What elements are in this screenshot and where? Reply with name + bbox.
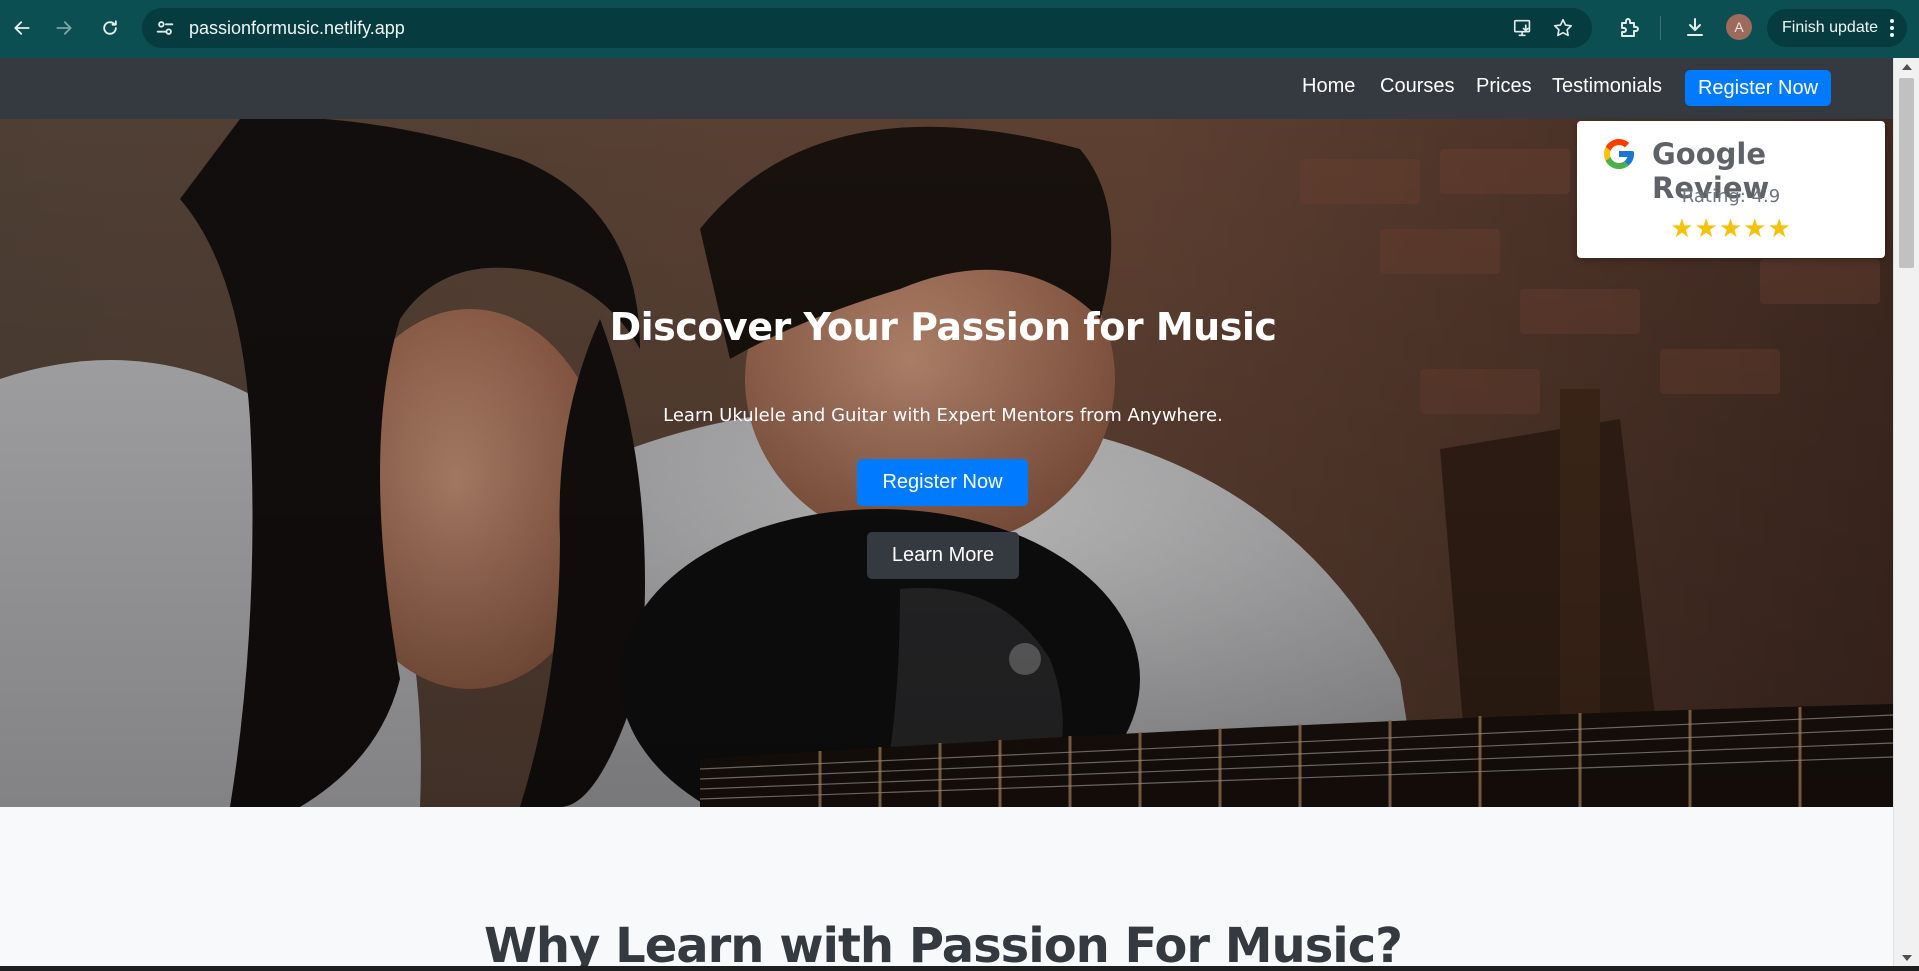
finish-update-button[interactable]: Finish update	[1767, 9, 1907, 47]
nav-link-courses[interactable]: Courses	[1380, 75, 1454, 98]
bookmark-star-icon[interactable]	[1552, 17, 1574, 39]
scrollbar-thumb[interactable]	[1899, 78, 1914, 268]
extensions-puzzle-icon[interactable]	[1617, 16, 1641, 40]
profile-avatar[interactable]: A	[1726, 14, 1752, 40]
site-info-tune-icon[interactable]	[154, 17, 176, 39]
google-g-icon	[1604, 139, 1634, 169]
finish-update-label: Finish update	[1782, 19, 1879, 36]
url-text[interactable]: passionformusic.netlify.app	[189, 18, 405, 39]
forward-arrow-icon[interactable]	[48, 12, 80, 44]
nav-link-testimonials[interactable]: Testimonials	[1552, 75, 1662, 98]
kebab-menu-icon[interactable]	[1889, 18, 1895, 38]
reload-icon[interactable]	[94, 12, 126, 44]
back-arrow-icon[interactable]	[6, 12, 38, 44]
rating-text: Rating: 4.9	[1681, 186, 1781, 207]
scroll-up-arrow-icon[interactable]	[1902, 64, 1912, 70]
nav-link-prices[interactable]: Prices	[1476, 75, 1532, 98]
nav-link-home[interactable]: Home	[1302, 75, 1355, 98]
nav-register-button[interactable]: Register Now	[1685, 70, 1831, 106]
browser-toolbar: passionformusic.netlify.app A Finish upd…	[0, 0, 1919, 58]
address-bar[interactable]: passionformusic.netlify.app	[142, 8, 1592, 48]
hero-subtitle: Learn Ukulele and Guitar with Expert Men…	[663, 405, 1223, 426]
scroll-down-arrow-icon[interactable]	[1902, 955, 1912, 961]
section-title: Why Learn with Passion For Music?	[483, 918, 1403, 971]
window-bottom-edge	[0, 966, 1919, 971]
google-review-card[interactable]: Google Review Rating: 4.9 ★★★★★	[1577, 121, 1885, 258]
toolbar-divider	[1660, 16, 1661, 40]
site-navbar: Home Courses Prices Testimonials Registe…	[0, 58, 1893, 119]
star-rating-icon: ★★★★★	[1670, 214, 1792, 244]
install-app-icon[interactable]	[1512, 17, 1534, 39]
download-icon[interactable]	[1683, 15, 1707, 39]
page-scrollbar[interactable]	[1893, 58, 1919, 971]
hero-register-button[interactable]: Register Now	[857, 459, 1028, 506]
learn-more-button[interactable]: Learn More	[867, 532, 1019, 579]
hero-title: Discover Your Passion for Music	[609, 305, 1277, 349]
